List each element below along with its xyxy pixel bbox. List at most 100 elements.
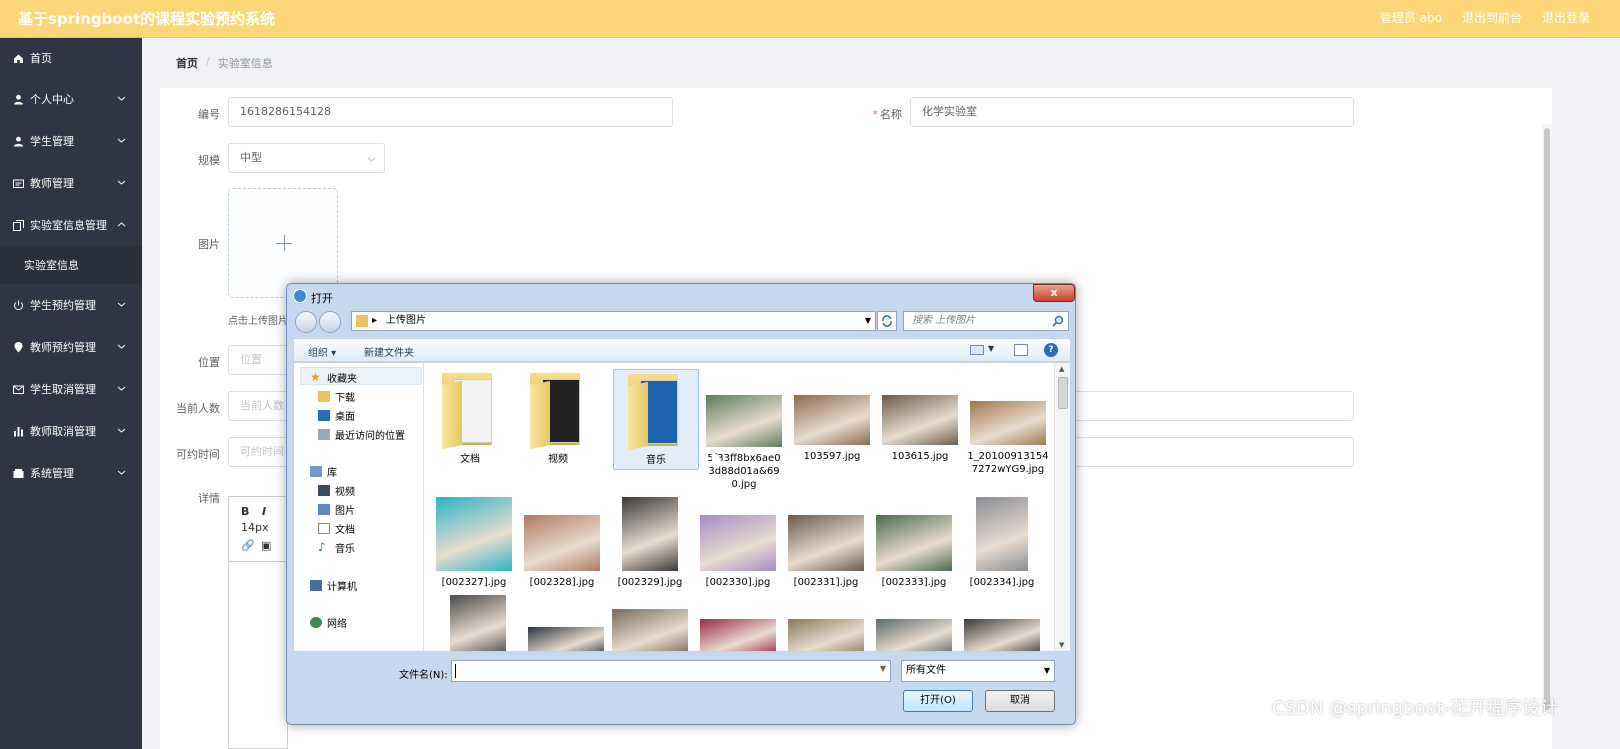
number-field[interactable]: 1618286154128 xyxy=(228,97,673,127)
file-item[interactable] xyxy=(871,619,957,651)
image-upload-box[interactable] xyxy=(228,188,338,298)
nav-documents[interactable]: 文档 xyxy=(318,521,355,536)
dropdown-arrow-icon[interactable]: ▼ xyxy=(1044,661,1050,681)
file-item[interactable] xyxy=(695,619,781,651)
file-name: [002331].jpg xyxy=(793,577,859,588)
file-item[interactable]: 103615.jpg xyxy=(877,395,963,463)
sidebar-item-students[interactable]: 学生管理 xyxy=(0,120,142,162)
nav-computer[interactable]: 计算机 xyxy=(310,578,357,593)
nav-desktop[interactable]: 桌面 xyxy=(318,408,355,423)
sidebar-item-student-booking[interactable]: 学生预约管理 xyxy=(0,284,142,326)
sidebar-item-home[interactable]: 首页 xyxy=(0,38,142,78)
file-item[interactable]: [002329].jpg xyxy=(607,497,693,589)
dialog-toolbar: 组织 ▾ 新建文件夹 ▼ ? xyxy=(293,338,1071,362)
file-item[interactable]: 视频 xyxy=(515,369,601,466)
file-item[interactable]: 文档 xyxy=(427,369,513,466)
logout-link[interactable]: 退出登录 xyxy=(1542,9,1590,26)
font-size-value[interactable]: 14px xyxy=(241,521,269,534)
forward-button[interactable] xyxy=(319,311,341,333)
user-label: 管理员 abo xyxy=(1379,11,1442,25)
filename-input[interactable]: ▼ xyxy=(451,660,891,682)
file-item[interactable]: 5f33ff8bx6ae03d88d01a&690.jpg xyxy=(701,395,787,491)
scale-select[interactable]: 中型 xyxy=(228,143,385,173)
file-name: [002330].jpg xyxy=(705,577,771,588)
sidebar-item-student-cancel[interactable]: 学生取消管理 xyxy=(0,368,142,410)
file-list-scrollbar[interactable]: ▲ ▼ xyxy=(1054,363,1070,651)
breadcrumb-home[interactable]: 首页 xyxy=(176,55,198,71)
search-input[interactable]: 搜索 上传图片 xyxy=(903,311,1069,331)
file-item[interactable] xyxy=(607,609,693,651)
dialog-footer: 文件名(N): ▼ 所有文件 ▼ 打开(O) 取消 xyxy=(293,652,1071,722)
breadcrumb-current: 实验室信息 xyxy=(217,57,273,70)
bold-icon[interactable]: B xyxy=(241,505,249,518)
image-icon[interactable]: ▣ xyxy=(261,539,271,552)
file-item[interactable]: [002328].jpg xyxy=(519,515,605,589)
file-item[interactable] xyxy=(435,595,521,651)
breadcrumb: 首页 / 实验室信息 xyxy=(176,55,273,71)
nav-favorites[interactable]: ★ 收藏夹 xyxy=(310,370,357,385)
file-name: 视频 xyxy=(548,454,568,465)
sidebar-subitem-lab-info[interactable]: 实验室信息 xyxy=(0,246,142,284)
preview-pane-icon[interactable] xyxy=(1014,344,1028,356)
file-item[interactable]: [002334].jpg xyxy=(959,497,1045,589)
open-button[interactable]: 打开(O) xyxy=(903,690,973,712)
organize-button[interactable]: 组织 ▾ xyxy=(308,344,336,359)
file-name: [002329].jpg xyxy=(617,577,683,588)
page-scrollbar[interactable] xyxy=(1542,124,1552,714)
dropdown-arrow-icon[interactable]: ▼ xyxy=(865,312,871,330)
sidebar-item-label: 学生取消管理 xyxy=(30,383,96,396)
scrollbar-thumb[interactable] xyxy=(1544,128,1550,710)
file-type-select[interactable]: 所有文件 ▼ xyxy=(901,660,1055,682)
sidebar-item-label: 教师预约管理 xyxy=(30,341,96,354)
scroll-up-icon[interactable]: ▲ xyxy=(1059,365,1064,373)
sidebar-item-teacher-cancel[interactable]: 教师取消管理 xyxy=(0,410,142,452)
rich-text-editor[interactable]: B I 14px 🔗 ▣ xyxy=(228,496,288,749)
view-dropdown-icon[interactable]: ▼ xyxy=(988,344,994,353)
sidebar-item-teachers[interactable]: 教师管理 xyxy=(0,162,142,204)
nav-libraries[interactable]: 库 xyxy=(310,464,337,479)
image-thumbnail xyxy=(622,497,678,571)
file-item[interactable] xyxy=(959,619,1045,651)
back-button[interactable] xyxy=(295,311,317,333)
sidebar-item-lab-info[interactable]: 实验室信息管理 xyxy=(0,204,142,246)
file-item[interactable]: [002333].jpg xyxy=(871,515,957,589)
scrollbar-thumb[interactable] xyxy=(1058,377,1068,409)
view-options-icon[interactable] xyxy=(970,345,984,355)
file-item[interactable]: 1_201009131547272wYG9.jpg xyxy=(965,401,1051,476)
exit-to-front-link[interactable]: 退出到前台 xyxy=(1462,9,1522,26)
file-item[interactable] xyxy=(523,627,609,651)
location-icon xyxy=(12,341,24,353)
new-folder-button[interactable]: 新建文件夹 xyxy=(364,344,414,359)
sidebar-item-teacher-booking[interactable]: 教师预约管理 xyxy=(0,326,142,368)
search-icon xyxy=(1052,315,1064,327)
cancel-button[interactable]: 取消 xyxy=(985,690,1055,712)
help-icon[interactable]: ? xyxy=(1044,343,1058,357)
nav-downloads[interactable]: 下载 xyxy=(318,389,355,404)
file-item[interactable] xyxy=(783,619,869,651)
italic-icon[interactable]: I xyxy=(262,505,266,518)
nav-recent[interactable]: 最近访问的位置 xyxy=(318,427,405,442)
dropdown-arrow-icon[interactable]: ▼ xyxy=(880,664,886,673)
desktop-icon xyxy=(318,410,330,421)
image-thumbnail xyxy=(700,515,776,571)
sidebar-item-personal[interactable]: 个人中心 xyxy=(0,78,142,120)
nav-pictures[interactable]: 图片 xyxy=(318,502,355,517)
nav-network[interactable]: 网络 xyxy=(310,615,347,630)
file-item[interactable]: [002331].jpg xyxy=(783,515,869,589)
link-icon[interactable]: 🔗 xyxy=(241,539,255,552)
close-button[interactable]: x xyxy=(1033,284,1075,302)
file-item[interactable]: 音乐 xyxy=(613,369,699,470)
network-icon xyxy=(310,617,322,628)
file-item[interactable]: 103597.jpg xyxy=(789,395,875,463)
scroll-down-icon[interactable]: ▼ xyxy=(1059,641,1064,649)
sidebar-item-system[interactable]: 系统管理 xyxy=(0,452,142,494)
nav-music[interactable]: ♪ 音乐 xyxy=(318,540,355,555)
nav-videos[interactable]: 视频 xyxy=(318,483,355,498)
file-item[interactable]: [002330].jpg xyxy=(695,515,781,589)
name-field[interactable]: 化学实验室 xyxy=(910,97,1354,127)
file-name: [002333].jpg xyxy=(881,577,947,588)
refresh-button[interactable] xyxy=(877,311,897,331)
documents-icon xyxy=(318,523,330,534)
address-bar[interactable]: ▸ 上传图片 ▼ xyxy=(351,311,876,331)
file-item[interactable]: [002327].jpg xyxy=(431,497,517,589)
